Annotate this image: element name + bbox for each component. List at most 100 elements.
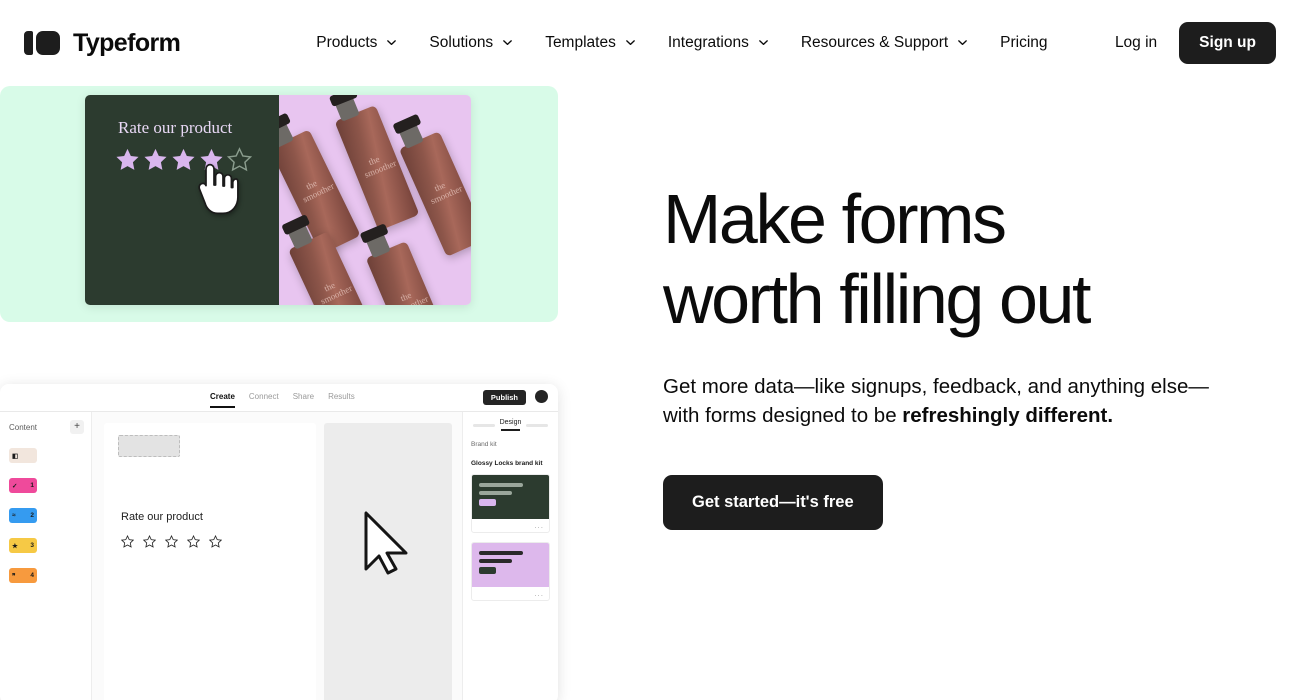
content-item-glyph: ❞ <box>12 572 16 580</box>
nav-label-products: Products <box>316 34 378 51</box>
tab-design[interactable]: Design <box>500 419 521 431</box>
login-link[interactable]: Log in <box>1115 34 1157 52</box>
content-item-chip: ✓ 1 <box>9 478 37 493</box>
get-started-button[interactable]: Get started—it's free <box>663 475 883 530</box>
hero-copy: Make forms worth filling out Get more da… <box>640 86 1300 700</box>
content-sidebar-header: Content + <box>9 420 84 434</box>
builder-body: Content + ◧ ✓ 1 ≈ 2 ★ 3 ❞ 4 Rate our pro… <box>0 412 558 700</box>
canvas-media-pane <box>324 423 452 700</box>
builder-topbar: Create Connect Share Results Publish <box>0 384 558 412</box>
tab-placeholder <box>472 423 495 427</box>
content-item-chip: ◧ <box>9 448 37 463</box>
product-bottle: the smoother <box>365 241 453 305</box>
list-item[interactable]: ✓ 1 <box>9 478 84 493</box>
star-outline-icon[interactable] <box>209 535 222 548</box>
nav-item-products[interactable]: Products <box>316 34 397 52</box>
nav-item-integrations[interactable]: Integrations <box>668 34 769 52</box>
brand-name: Typeform <box>73 28 181 57</box>
typeform-logo-icon <box>24 31 60 55</box>
brand-kit-name: Glossy Locks brand kit <box>471 460 543 467</box>
rating-question-text: Rate our product <box>118 118 233 137</box>
design-panel-tabs: Design <box>471 419 550 431</box>
publish-button[interactable]: Publish <box>482 390 526 405</box>
headline-line-1: Make forms <box>663 180 1007 258</box>
tab-placeholder <box>526 423 549 427</box>
builder-tab-results[interactable]: Results <box>328 392 355 408</box>
canvas-form-preview: Rate our product <box>104 423 316 700</box>
star-outline-icon[interactable] <box>187 535 200 548</box>
canvas-star-rating[interactable] <box>121 535 222 548</box>
list-item[interactable]: ❞ 4 <box>9 568 84 583</box>
page-title: Make forms worth filling out <box>663 179 1300 339</box>
list-item[interactable]: ◧ <box>9 448 84 463</box>
form-builder-preview-card: Create Connect Share Results Publish Con… <box>0 384 558 700</box>
product-bottle-label: the smoother <box>362 153 398 180</box>
hero-visuals: Rate our product the smoother the smooth… <box>0 86 640 700</box>
builder-tab-connect[interactable]: Connect <box>249 392 279 408</box>
content-item-number: 4 <box>30 572 34 579</box>
hero-subheading: Get more data—like signups, feedback, an… <box>663 372 1238 430</box>
theme-card[interactable]: ... <box>471 542 550 601</box>
star-outline-icon[interactable] <box>121 535 134 548</box>
chevron-down-icon <box>386 37 397 48</box>
builder-tab-create[interactable]: Create <box>210 392 235 408</box>
content-item-glyph: ✓ <box>12 482 18 490</box>
theme-card[interactable]: ... <box>471 474 550 533</box>
design-section-label: Brand kit <box>471 441 497 448</box>
star-filled-icon[interactable] <box>115 147 140 172</box>
product-bottle-label: the smoother <box>428 179 464 207</box>
nav-label-templates: Templates <box>545 34 616 51</box>
builder-content-sidebar: Content + ◧ ✓ 1 ≈ 2 ★ 3 ❞ 4 <box>0 412 92 700</box>
content-item-chip: ★ 3 <box>9 538 37 553</box>
nav-item-pricing[interactable]: Pricing <box>1000 34 1047 52</box>
product-photo: the smoother the smoother the smoother t… <box>279 95 471 305</box>
arrow-cursor-icon <box>364 511 408 575</box>
nav-actions: Log in Sign up <box>1115 22 1276 64</box>
theme-more-options[interactable]: ... <box>472 519 549 532</box>
builder-tab-share[interactable]: Share <box>293 392 314 408</box>
nav-label-pricing: Pricing <box>1000 34 1048 51</box>
builder-canvas: Rate our product <box>92 412 462 700</box>
content-item-glyph: ◧ <box>12 452 19 460</box>
content-item-number: 2 <box>30 512 34 519</box>
list-item[interactable]: ★ 3 <box>9 538 84 553</box>
signup-button[interactable]: Sign up <box>1179 22 1276 64</box>
content-item-number: 3 <box>30 542 34 549</box>
content-item-number: 1 <box>30 482 34 489</box>
content-item-glyph: ★ <box>12 542 18 550</box>
image-placeholder <box>118 435 180 457</box>
chevron-down-icon <box>502 37 513 48</box>
star-outline-icon[interactable] <box>165 535 178 548</box>
brand-logo[interactable]: Typeform <box>24 28 181 58</box>
content-item-chip: ≈ 2 <box>9 508 37 523</box>
headline-line-2: worth filling out <box>663 260 1092 338</box>
hero-section: Rate our product the smoother the smooth… <box>0 86 1300 700</box>
theme-swatch <box>472 543 549 587</box>
theme-more-options[interactable]: ... <box>472 587 549 600</box>
nav-label-resources-support: Resources & Support <box>800 34 949 51</box>
builder-tabs: Create Connect Share Results <box>210 392 355 408</box>
rating-form-preview: Rate our product the smoother the smooth… <box>85 95 471 305</box>
nav-item-resources-support[interactable]: Resources & Support <box>801 34 968 52</box>
product-bottle-label: the smoother <box>301 177 336 205</box>
nav-item-templates[interactable]: Templates <box>545 34 636 52</box>
builder-design-panel: Design Brand kit Glossy Locks brand kit … <box>462 412 558 700</box>
chevron-down-icon <box>957 37 968 48</box>
star-filled-icon[interactable] <box>143 147 168 172</box>
canvas-question-text: Rate our product <box>121 511 203 523</box>
plus-icon[interactable]: + <box>70 420 84 434</box>
nav-label-integrations: Integrations <box>667 34 749 51</box>
product-bottle-label: the smoother <box>319 279 354 305</box>
nav-item-solutions[interactable]: Solutions <box>429 34 513 52</box>
subheading-emphasis: refreshingly different. <box>902 404 1114 427</box>
list-item[interactable]: ≈ 2 <box>9 508 84 523</box>
user-avatar-icon[interactable] <box>535 390 548 403</box>
nav-label-solutions: Solutions <box>429 34 494 51</box>
content-sidebar-title: Content <box>9 422 38 432</box>
theme-swatch <box>472 475 549 519</box>
pointing-hand-cursor-icon <box>198 163 239 215</box>
content-item-glyph: ≈ <box>12 512 16 519</box>
nav-links: Products Solutions Templates Integration… <box>316 34 1047 52</box>
rating-question-panel: Rate our product <box>85 95 279 305</box>
star-outline-icon[interactable] <box>143 535 156 548</box>
